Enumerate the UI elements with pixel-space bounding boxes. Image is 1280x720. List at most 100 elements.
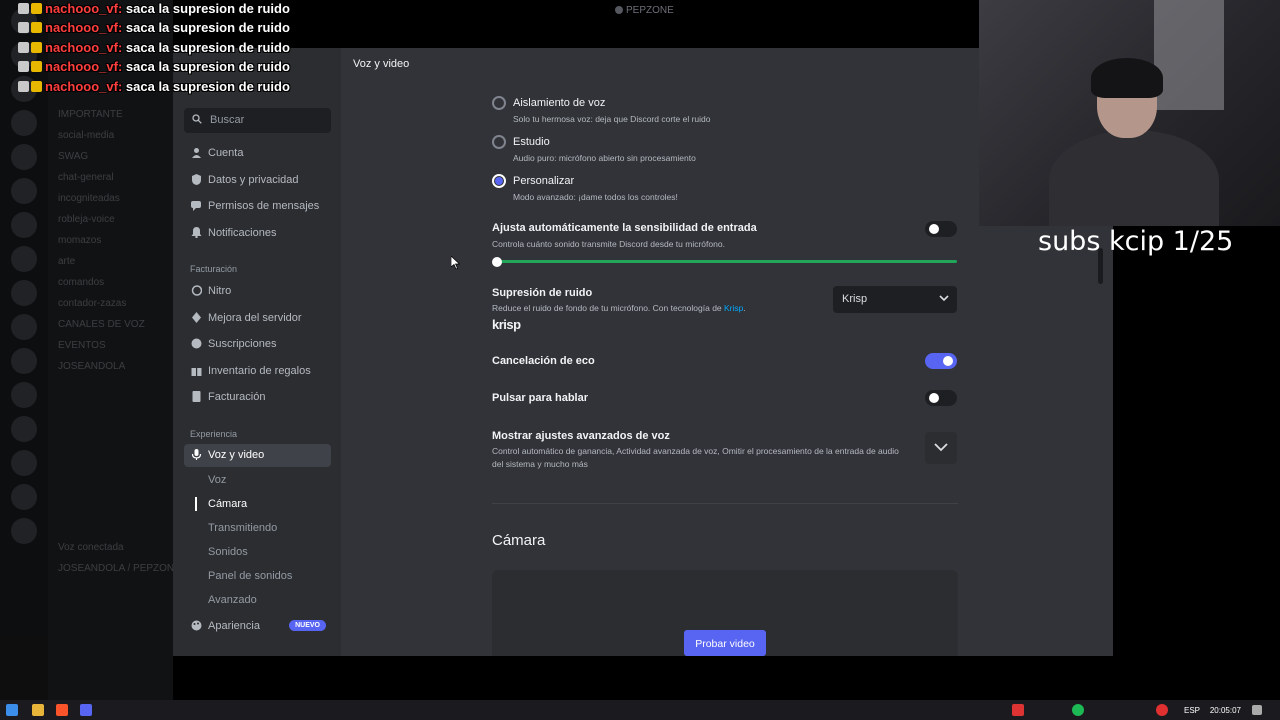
sidebar-subitem-sounds[interactable]: Sonidos <box>208 546 248 558</box>
microphone-icon <box>191 449 202 460</box>
sidebar-item-subscriptions[interactable]: Suscripciones <box>184 333 331 356</box>
radio-description: Modo avanzado: ¡dame todos los controles… <box>513 192 678 202</box>
active-indicator <box>195 497 197 511</box>
server-title: PEPZONE <box>615 5 674 16</box>
sensitivity-slider-handle[interactable] <box>492 257 502 267</box>
receipt-icon <box>191 391 202 402</box>
section-header-experience: Experiencia <box>190 429 238 439</box>
section-header-billing: Facturación <box>190 264 238 274</box>
sidebar-item-server-boost[interactable]: Mejora del servidor <box>184 307 331 330</box>
mouse-cursor-icon <box>451 256 460 270</box>
spotify-icon[interactable] <box>1072 704 1084 716</box>
boost-icon <box>191 312 202 323</box>
advanced-voice-expand-button[interactable] <box>925 432 957 464</box>
sub-badge-icon <box>31 61 42 73</box>
sidebar-item-nitro[interactable]: Nitro <box>184 280 331 303</box>
noise-suppression-description: Reduce el ruido de fondo de tu micrófono… <box>492 303 746 313</box>
stream-chat-overlay: nachooo_vf: saca la supresion de ruido n… <box>18 1 290 98</box>
palette-icon <box>191 620 202 631</box>
settings-sidebar: Buscar Cuenta Datos y privacidad Permiso… <box>173 48 341 656</box>
tray-app-icon[interactable] <box>1012 704 1024 716</box>
krisp-link[interactable]: Krisp <box>724 303 743 313</box>
discord-icon[interactable] <box>80 704 92 716</box>
sensitivity-slider-track[interactable] <box>496 260 957 263</box>
advanced-voice-description: Control automático de ganancia, Activida… <box>492 446 899 469</box>
channel-list: IMPORTANTE social-media SWAG chat-genera… <box>48 0 173 700</box>
windows-start-icon[interactable] <box>6 704 18 716</box>
webcam-overlay <box>979 0 1280 226</box>
sub-badge-icon <box>31 41 42 53</box>
push-to-talk-title: Pulsar para hablar <box>492 392 588 404</box>
radio-description: Solo tu hermosa voz: deja que Discord co… <box>513 114 711 124</box>
new-badge: NUEVO <box>289 620 326 631</box>
sub-badge-icon <box>31 3 42 14</box>
sidebar-subitem-soundboard[interactable]: Panel de sonidos <box>208 570 292 582</box>
notifications-icon[interactable] <box>1252 705 1262 715</box>
chat-message: nachooo_vf: saca la supresion de ruido <box>18 40 290 59</box>
sidebar-item-message-permissions[interactable]: Permisos de mensajes <box>184 195 331 218</box>
divider <box>492 503 958 504</box>
search-icon <box>192 114 202 124</box>
badge-icon <box>18 41 29 53</box>
radio-description: Audio puro: micrófono abierto sin proces… <box>513 153 696 163</box>
badge-icon <box>18 80 29 92</box>
advanced-voice-title: Mostrar ajustes avanzados de voz <box>492 430 670 442</box>
badge-icon <box>18 3 29 14</box>
echo-cancellation-toggle[interactable] <box>925 353 957 369</box>
camera-section-title: Cámara <box>492 532 546 549</box>
subs-counter: subs kcip 1/25 <box>1038 226 1234 257</box>
badge-icon <box>18 22 29 34</box>
search-input[interactable]: Buscar <box>184 108 331 133</box>
gift-icon <box>191 365 202 376</box>
clock[interactable]: 20:05:07 <box>1210 706 1241 715</box>
settings-content: Aislamiento de voz Solo tu hermosa voz: … <box>492 48 958 656</box>
push-to-talk-toggle[interactable] <box>925 390 957 406</box>
sensitivity-toggle[interactable] <box>925 221 957 237</box>
sensitivity-title: Ajusta automáticamente la sensibilidad d… <box>492 222 757 234</box>
sidebar-item-privacy[interactable]: Datos y privacidad <box>184 169 331 192</box>
sidebar-item-account[interactable]: Cuenta <box>184 142 331 165</box>
bell-icon <box>191 227 202 239</box>
brave-browser-icon[interactable] <box>56 704 68 716</box>
page-title: Voz y video <box>353 58 410 70</box>
chat-message: nachooo_vf: saca la supresion de ruido <box>18 1 290 20</box>
user-icon <box>191 147 202 158</box>
sub-badge-icon <box>31 80 42 92</box>
sidebar-item-notifications[interactable]: Notificaciones <box>184 222 331 245</box>
tray-app-icon[interactable] <box>1156 704 1168 716</box>
sidebar-subitem-camera[interactable]: Cámara <box>208 498 247 510</box>
sidebar-item-gift-inventory[interactable]: Inventario de regalos <box>184 360 331 383</box>
subscriptions-icon <box>191 338 202 349</box>
chevron-down-icon <box>939 295 949 302</box>
chat-message: nachooo_vf: saca la supresion de ruido <box>18 79 290 98</box>
sidebar-subitem-streaming[interactable]: Transmitiendo <box>208 522 277 534</box>
sub-badge-icon <box>31 22 42 34</box>
settings-modal: Buscar Cuenta Datos y privacidad Permiso… <box>173 48 1113 656</box>
radio-label: Personalizar <box>513 175 575 187</box>
echo-cancellation-title: Cancelación de eco <box>492 355 595 367</box>
noise-suppression-select[interactable]: Krisp <box>833 286 957 313</box>
radio-voice-isolation[interactable] <box>492 96 506 110</box>
chevron-down-icon <box>934 443 948 452</box>
radio-label: Aislamiento de voz <box>513 97 606 109</box>
file-explorer-icon[interactable] <box>32 704 44 716</box>
sidebar-item-appearance[interactable]: Apariencia NUEVO <box>184 615 331 638</box>
radio-label: Estudio <box>513 136 550 148</box>
krisp-logo: krisp <box>492 317 521 332</box>
chat-message: nachooo_vf: saca la supresion de ruido <box>18 59 290 78</box>
radio-studio[interactable] <box>492 135 506 149</box>
sidebar-item-voice-video[interactable]: Voz y video <box>184 444 331 467</box>
sidebar-subitem-advanced[interactable]: Avanzado <box>208 594 257 606</box>
sidebar-item-billing[interactable]: Facturación <box>184 386 331 409</box>
stream-dark-area <box>1113 260 1280 700</box>
noise-suppression-title: Supresión de ruido <box>492 287 593 299</box>
windows-taskbar: ESP 20:05:07 <box>0 700 1280 720</box>
badge-icon <box>18 61 29 73</box>
chat-lock-icon <box>191 200 202 211</box>
sidebar-subitem-voice[interactable]: Voz <box>208 474 226 486</box>
language-indicator[interactable]: ESP <box>1184 706 1200 715</box>
server-list <box>0 0 48 700</box>
chat-message: nachooo_vf: saca la supresion de ruido <box>18 20 290 39</box>
test-video-button[interactable]: Probar video <box>684 630 766 656</box>
radio-custom[interactable] <box>492 174 506 188</box>
